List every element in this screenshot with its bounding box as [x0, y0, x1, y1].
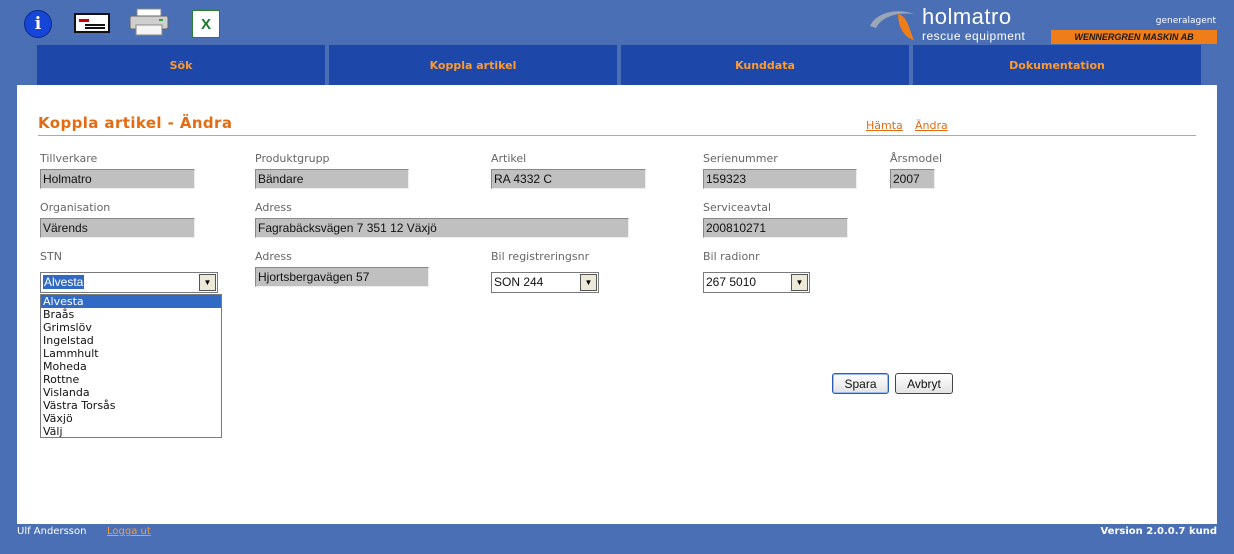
brand-name: holmatro: [922, 4, 1012, 29]
stn-option[interactable]: Vislanda: [41, 386, 221, 399]
address-field[interactable]: Fagrabäcksvägen 7 351 12 Växjö: [255, 218, 629, 238]
dealer-name: WENNERGREN MASKIN AB: [1051, 30, 1217, 44]
stn-option[interactable]: Alvesta: [41, 295, 221, 308]
product-group-label: Produktgrupp: [255, 152, 330, 165]
main-nav: Sök Koppla artikel Kunddata Dokumentatio…: [37, 45, 1201, 85]
organisation-field[interactable]: Värends: [40, 218, 195, 238]
fetch-link[interactable]: Hämta: [866, 119, 903, 132]
brand-tagline: rescue equipment: [922, 29, 1026, 43]
manufacturer-field[interactable]: Holmatro: [40, 169, 195, 189]
model-year-field[interactable]: 2007: [890, 169, 935, 189]
logout-link[interactable]: Logga ut: [107, 526, 151, 537]
car-reg-label: Bil registreringsnr: [491, 250, 590, 263]
stn-option[interactable]: Moheda: [41, 360, 221, 373]
logo-swoosh-icon: [870, 11, 914, 40]
car-radio-select[interactable]: 267 5010 ▼: [703, 272, 810, 293]
chevron-down-icon[interactable]: ▼: [580, 274, 597, 291]
service-field[interactable]: 200810271: [703, 218, 848, 238]
car-reg-select[interactable]: SON 244 ▼: [491, 272, 599, 293]
organisation-label: Organisation: [40, 201, 111, 214]
stn-option[interactable]: Rottne: [41, 373, 221, 386]
stn-selected-value: Alvesta: [43, 275, 85, 289]
page-title: Koppla artikel - Ändra: [38, 114, 233, 132]
stn-option[interactable]: Grimslöv: [41, 321, 221, 334]
stn-select[interactable]: Alvesta ▼: [40, 272, 218, 293]
brand-role: generalagent: [1155, 16, 1216, 26]
car-radio-label: Bil radionr: [703, 250, 760, 263]
tab-documentation[interactable]: Dokumentation: [913, 45, 1201, 85]
stn-option[interactable]: Västra Torsås: [41, 399, 221, 412]
stn-label: STN: [40, 250, 62, 263]
stn-option[interactable]: Ingelstad: [41, 334, 221, 347]
article-label: Artikel: [491, 152, 527, 165]
address2-label: Adress: [255, 250, 292, 263]
car-radio-value: 267 5010: [706, 275, 757, 289]
version-label: Version 2.0.0.7 kund: [1100, 526, 1217, 537]
stn-dropdown-list: Alvesta Braås Grimslöv Ingelstad Lammhul…: [40, 294, 222, 438]
chevron-down-icon[interactable]: ▼: [791, 274, 808, 291]
stn-option[interactable]: Välj: [41, 425, 221, 438]
excel-icon[interactable]: X: [192, 10, 220, 38]
save-button[interactable]: Spara: [832, 373, 889, 394]
content-panel: Koppla artikel - Ändra Hämta Ändra Tillv…: [17, 85, 1217, 524]
serial-field[interactable]: 159323: [703, 169, 857, 189]
serial-label: Serienummer: [703, 152, 778, 165]
tab-link-article[interactable]: Koppla artikel: [329, 45, 617, 85]
printer-icon[interactable]: [128, 8, 170, 36]
address2-field[interactable]: Hjortsbergavägen 57: [255, 267, 429, 287]
stn-option[interactable]: Braås: [41, 308, 221, 321]
contact-card-icon[interactable]: [74, 13, 110, 33]
model-year-label: Årsmodel: [890, 152, 943, 165]
manufacturer-label: Tillverkare: [40, 152, 98, 165]
car-reg-value: SON 244: [494, 275, 544, 289]
cancel-button[interactable]: Avbryt: [895, 373, 953, 394]
title-divider: [38, 135, 1196, 136]
info-icon[interactable]: i: [24, 10, 52, 38]
brand-logo: holmatro rescue equipment generalagent W…: [868, 4, 1218, 46]
info-glyph: i: [34, 14, 42, 34]
edit-link[interactable]: Ändra: [915, 119, 948, 132]
tab-customer-data[interactable]: Kunddata: [621, 45, 909, 85]
tab-search[interactable]: Sök: [37, 45, 325, 85]
excel-glyph: X: [200, 15, 211, 33]
product-group-field[interactable]: Bändare: [255, 169, 409, 189]
stn-option[interactable]: Lammhult: [41, 347, 221, 360]
service-label: Serviceavtal: [703, 201, 772, 214]
address-label: Adress: [255, 201, 292, 214]
article-field[interactable]: RA 4332 C: [491, 169, 646, 189]
stn-option[interactable]: Växjö: [41, 412, 221, 425]
current-user: Ulf Andersson: [17, 526, 87, 537]
chevron-down-icon[interactable]: ▼: [199, 274, 216, 291]
